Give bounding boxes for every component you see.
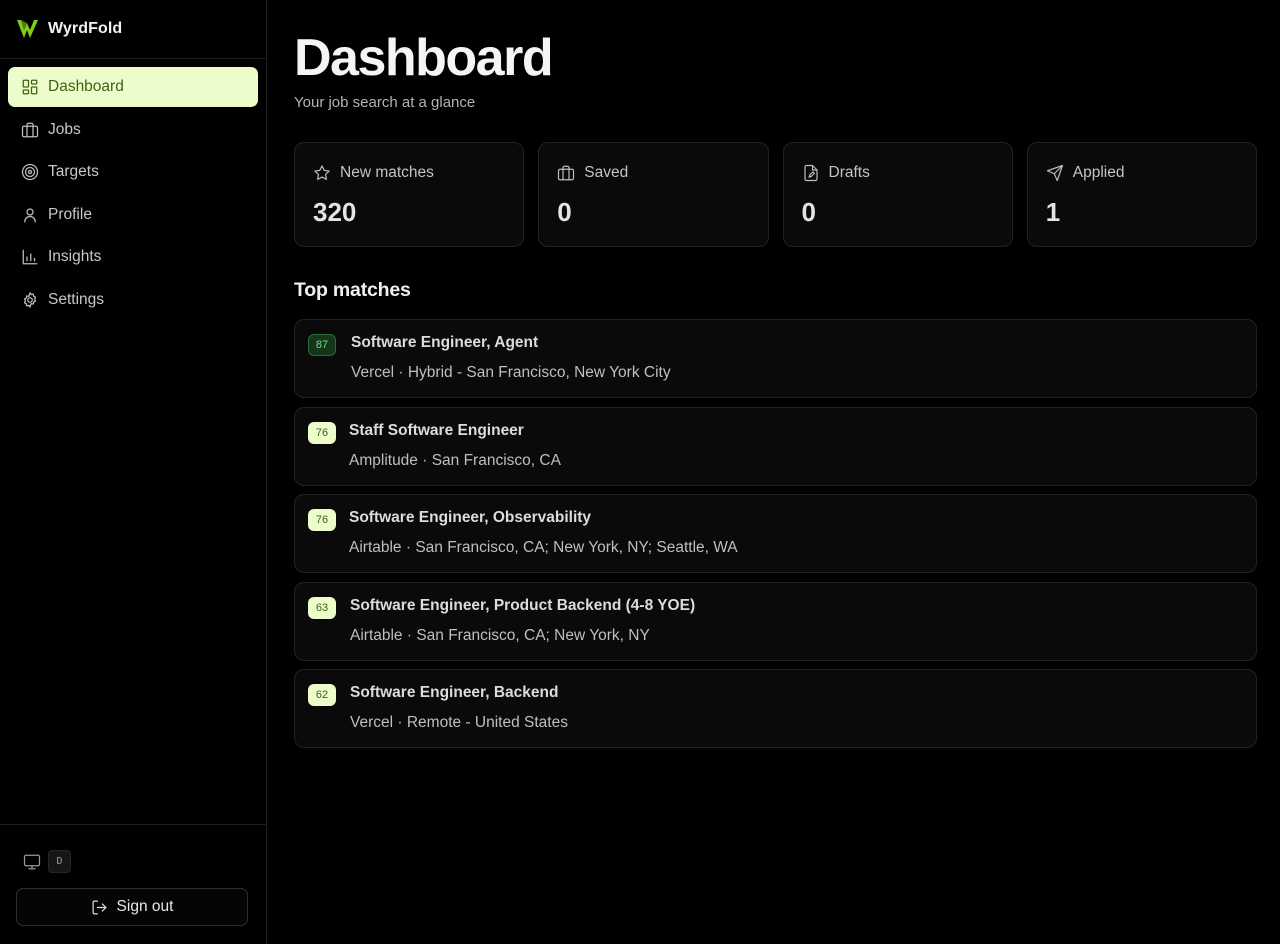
stat-value: 0: [801, 197, 816, 227]
wyrdfold-logo-icon: [16, 19, 39, 39]
match-item[interactable]: 76 Staff Software Engineer Amplitude · S…: [294, 406, 1257, 486]
log-out-icon: [92, 900, 107, 914]
match-score-badge: 76: [308, 421, 336, 444]
briefcase-icon: [558, 165, 575, 181]
sidebar-item-jobs[interactable]: Jobs: [8, 110, 258, 150]
stat-card-drafts[interactable]: Drafts 0: [782, 142, 1013, 247]
stat-card-new-matches[interactable]: New matches 320: [294, 142, 525, 247]
gear-icon: [21, 291, 39, 309]
stat-label: Saved: [584, 164, 629, 181]
briefcase-icon: [21, 121, 39, 139]
sidebar-item-label: Jobs: [48, 120, 81, 138]
page-subtitle: Your job search at a glance: [294, 94, 476, 111]
stat-label: Drafts: [828, 164, 870, 181]
match-subtitle: Airtable · San Francisco, CA; New York, …: [349, 539, 738, 556]
match-title: Staff Software Engineer: [349, 421, 524, 439]
stat-value: 0: [557, 197, 572, 227]
match-item[interactable]: 87 Software Engineer, Agent Vercel · Hyb…: [294, 319, 1257, 398]
theme-shortcut-key: D: [48, 850, 71, 873]
match-score-badge: 87: [308, 334, 336, 356]
sidebar-item-label: Dashboard: [48, 78, 124, 95]
sidebar-nav: Dashboard Jobs Targets Profile Insights: [0, 59, 266, 320]
dashboard-icon: [21, 78, 39, 96]
match-item[interactable]: 62 Software Engineer, Backend Vercel · R…: [294, 669, 1257, 748]
match-score-badge: 62: [308, 684, 336, 706]
sidebar-item-label: Insights: [48, 248, 102, 265]
sidebar: WyrdFold Dashboard Jobs Targets Profile: [0, 0, 267, 944]
match-item[interactable]: 76 Software Engineer, Observability Airt…: [294, 494, 1257, 573]
match-subtitle: Amplitude · San Francisco, CA: [349, 451, 561, 469]
stat-value: 1: [1045, 197, 1061, 227]
target-icon: [21, 163, 39, 181]
sidebar-item-profile[interactable]: Profile: [8, 195, 258, 235]
match-item[interactable]: 63 Software Engineer, Product Backend (4…: [294, 581, 1257, 661]
match-subtitle: Vercel · Hybrid - San Francisco, New Yor…: [351, 364, 671, 381]
match-title: Software Engineer, Observability: [349, 509, 592, 526]
stat-card-applied[interactable]: Applied 1: [1026, 142, 1257, 247]
top-matches-list: 87 Software Engineer, Agent Vercel · Hyb…: [294, 319, 1257, 757]
top-matches-title: Top matches: [294, 279, 411, 301]
match-score-badge: 63: [308, 596, 336, 619]
file-edit-icon: [803, 164, 818, 182]
stats-row: New matches 320 Saved 0 Drafts 0 Applied…: [294, 142, 1257, 247]
match-subtitle: Vercel · Remote - United States: [350, 714, 568, 731]
match-title: Software Engineer, Agent: [351, 334, 539, 351]
sign-out-button[interactable]: Sign out: [16, 888, 248, 926]
match-score-badge: 76: [308, 509, 336, 531]
page-title: Dashboard: [294, 29, 554, 87]
theme-toggle[interactable]: D: [23, 850, 71, 873]
sidebar-item-label: Targets: [48, 163, 99, 180]
stat-label: Applied: [1072, 164, 1125, 181]
sidebar-item-dashboard[interactable]: Dashboard: [8, 67, 258, 107]
brand-header[interactable]: WyrdFold: [0, 0, 266, 59]
match-title: Software Engineer, Backend: [350, 684, 559, 701]
sidebar-footer: D Sign out: [0, 824, 266, 944]
star-icon: [314, 165, 330, 180]
monitor-icon: [23, 854, 41, 869]
match-title: Software Engineer, Product Backend (4-8 …: [350, 596, 696, 614]
user-icon: [21, 206, 39, 224]
sidebar-item-label: Profile: [48, 205, 92, 223]
sidebar-item-label: Settings: [48, 290, 105, 308]
brand-name: WyrdFold: [48, 20, 123, 37]
sidebar-item-insights[interactable]: Insights: [8, 237, 258, 277]
sidebar-item-settings[interactable]: Settings: [8, 280, 258, 320]
stat-card-saved[interactable]: Saved 0: [538, 142, 769, 247]
bar-chart-icon: [21, 248, 39, 266]
send-icon: [1046, 164, 1063, 182]
sign-out-label: Sign out: [116, 898, 174, 915]
match-subtitle: Airtable · San Francisco, CA; New York, …: [350, 626, 650, 644]
stat-value: 320: [313, 197, 357, 227]
sidebar-item-targets[interactable]: Targets: [8, 152, 258, 192]
stat-label: New matches: [340, 164, 434, 181]
